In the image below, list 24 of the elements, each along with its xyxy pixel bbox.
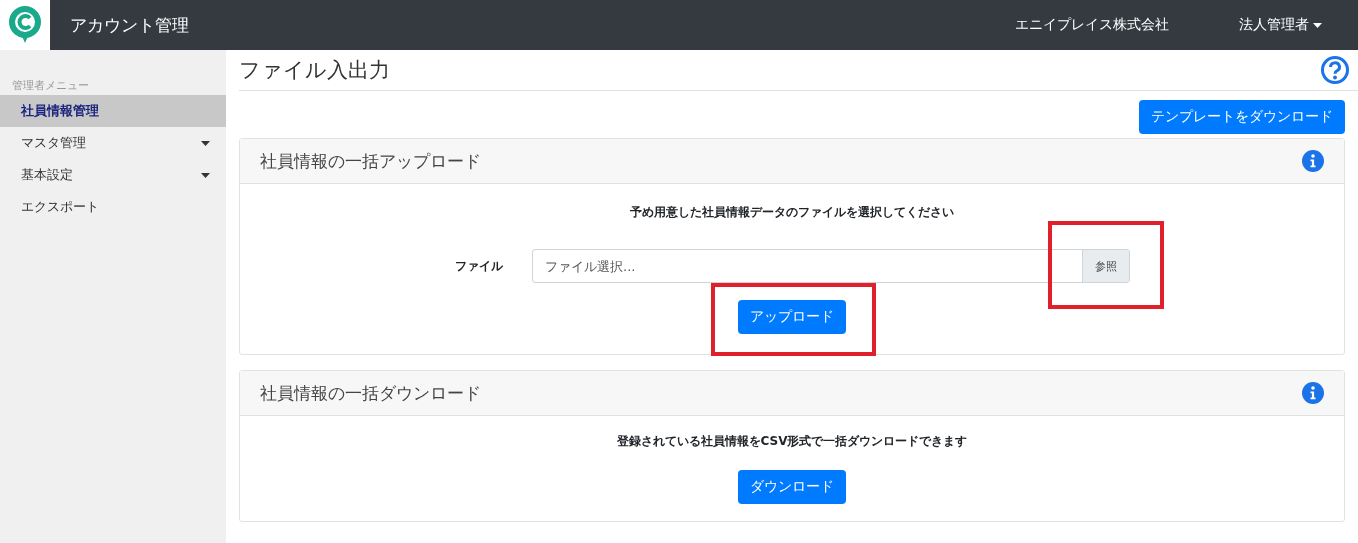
app-title: アカウント管理 <box>70 13 190 37</box>
card-title: 社員情報の一括ダウンロード <box>260 381 481 405</box>
browse-button[interactable]: 参照 <box>1082 250 1129 282</box>
page-title: ファイル入出力 <box>239 57 390 84</box>
caret-icon <box>1313 22 1322 28</box>
sidebar-item[interactable]: マスタ管理 <box>0 127 226 159</box>
description: 登録されている社員情報をCSV形式で一括ダウンロードできます <box>616 433 968 450</box>
card-title: 社員情報の一括アップロード <box>260 149 481 173</box>
upload-button[interactable]: アップロード <box>738 300 846 334</box>
company-name: エニイプレイス株式会社 <box>1015 16 1169 34</box>
sidebar-item[interactable]: 基本設定 <box>0 159 226 191</box>
user-menu[interactable]: 法人管理者 <box>1239 16 1322 34</box>
field-label: ファイル <box>455 257 504 275</box>
info-icon[interactable] <box>1302 150 1324 172</box>
info-icon[interactable] <box>1302 382 1324 404</box>
menu-heading: 管理者メニュー <box>11 78 90 93</box>
help-icon[interactable] <box>1320 55 1350 85</box>
download-button[interactable]: ダウンロード <box>738 470 846 504</box>
description: 予め用意した社員情報データのファイルを選択してください <box>630 204 954 221</box>
sidebar-item[interactable]: 社員情報管理 <box>0 95 226 127</box>
file-input-field[interactable]: ファイル選択... 参照 <box>532 249 1130 283</box>
logo-icon[interactable] <box>0 0 50 50</box>
template-download-button[interactable]: テンプレートをダウンロード <box>1139 100 1345 134</box>
sidebar-item[interactable]: エクスポート <box>0 191 226 223</box>
